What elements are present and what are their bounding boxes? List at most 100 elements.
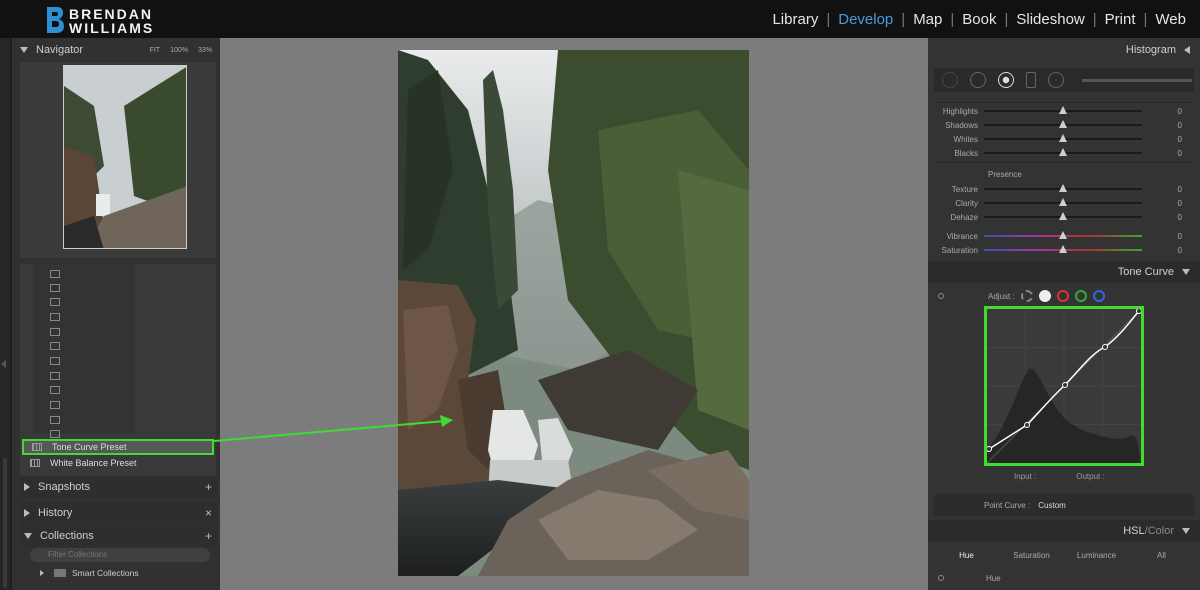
slider-knob[interactable] — [1059, 120, 1067, 128]
image-canvas[interactable] — [220, 38, 928, 590]
slider-knob[interactable] — [1059, 231, 1067, 239]
preset-folder-icon[interactable] — [50, 298, 60, 306]
preset-folder-icon[interactable] — [50, 372, 60, 380]
slider-knob[interactable] — [1059, 245, 1067, 253]
slider-track[interactable] — [984, 148, 1142, 156]
module-map[interactable]: Map — [913, 11, 942, 28]
dehaze-slider[interactable]: Dehaze 0 — [934, 210, 1188, 224]
slider-value[interactable]: 0 — [1142, 232, 1182, 241]
vibrance-slider[interactable]: Vibrance 0 — [934, 229, 1188, 243]
slider-value[interactable]: 0 — [1142, 135, 1182, 144]
hsl-title[interactable]: HSL — [1123, 525, 1144, 537]
navigator-thumbnail[interactable] — [63, 65, 187, 249]
slider-value[interactable]: 0 — [1142, 199, 1182, 208]
slider-knob[interactable] — [1059, 134, 1067, 142]
preset-folder-icon[interactable] — [50, 342, 60, 350]
brush-slider[interactable] — [1082, 78, 1192, 82]
whites-slider[interactable]: Whites 0 — [934, 132, 1188, 146]
texture-slider[interactable]: Texture 0 — [934, 182, 1188, 196]
highlights-slider[interactable]: Highlights 0 — [934, 104, 1188, 118]
tone-curve-header[interactable]: Tone Curve — [928, 261, 1200, 283]
crop-tool-icon[interactable] — [942, 72, 958, 88]
slider-value[interactable]: 0 — [1142, 107, 1182, 116]
slider-knob[interactable] — [1059, 106, 1067, 114]
preset-folder-icon[interactable] — [50, 284, 60, 292]
slider-knob[interactable] — [1059, 184, 1067, 192]
left-panel-edge[interactable] — [0, 38, 10, 590]
hsl-header[interactable]: HSL / Color — [928, 520, 1200, 542]
preset-folder-icon[interactable] — [50, 270, 60, 278]
spot-removal-icon[interactable] — [970, 72, 986, 88]
history-header[interactable]: History × — [20, 502, 218, 524]
snapshots-header[interactable]: Snapshots + — [20, 476, 218, 498]
rgb-channel-icon[interactable] — [1038, 290, 1051, 302]
module-web[interactable]: Web — [1155, 11, 1186, 28]
graduated-filter-icon[interactable] — [1026, 72, 1036, 88]
color-title[interactable]: Color — [1148, 525, 1174, 537]
preset-folder-icon[interactable] — [50, 357, 60, 365]
slider-track[interactable] — [984, 120, 1142, 128]
slider-track[interactable] — [984, 106, 1142, 114]
slider-track[interactable] — [984, 184, 1142, 192]
navigator-header[interactable]: Navigator FIT 100% 33% — [20, 39, 218, 61]
preset-white-balance[interactable]: White Balance Preset — [22, 455, 214, 471]
module-develop[interactable]: Develop — [838, 11, 893, 28]
collapse-left-icon[interactable] — [1, 360, 6, 368]
tab-hue[interactable]: Hue — [934, 551, 999, 560]
tone-curve-graph[interactable] — [984, 306, 1144, 466]
module-library[interactable]: Library — [772, 11, 818, 28]
preset-folder-icon[interactable] — [50, 416, 60, 424]
slider-value[interactable]: 0 — [1142, 121, 1182, 130]
point-curve-select[interactable]: Custom — [1038, 501, 1066, 510]
module-print[interactable]: Print — [1105, 11, 1136, 28]
collections-filter-input[interactable]: Filter Collections — [30, 548, 210, 562]
zoom-100-option[interactable]: 100% — [170, 47, 188, 54]
zoom-fit-option[interactable]: FIT — [150, 47, 161, 54]
green-channel-icon[interactable] — [1074, 290, 1087, 302]
preset-folder-icon[interactable] — [50, 430, 60, 438]
preset-folder-icon[interactable] — [50, 313, 60, 321]
histogram-header[interactable]: Histogram — [928, 39, 1200, 61]
slider-value[interactable]: 0 — [1142, 149, 1182, 158]
zoom-33-option[interactable]: 33% — [198, 47, 212, 54]
collapse-histogram-icon[interactable] — [1184, 46, 1190, 54]
main-photo[interactable] — [398, 50, 749, 576]
tab-luminance[interactable]: Luminance — [1064, 551, 1129, 560]
tab-saturation[interactable]: Saturation — [999, 551, 1064, 560]
red-eye-icon[interactable] — [998, 72, 1014, 88]
module-book[interactable]: Book — [962, 11, 996, 28]
radial-filter-icon[interactable] — [1048, 72, 1064, 88]
slider-track[interactable] — [984, 134, 1142, 142]
navigator-preview[interactable] — [20, 62, 216, 258]
slider-track[interactable] — [984, 212, 1142, 220]
target-adjustment-icon[interactable] — [938, 293, 944, 299]
slider-value[interactable]: 0 — [1142, 246, 1182, 255]
slider-knob[interactable] — [1059, 148, 1067, 156]
slider-value[interactable]: 0 — [1142, 185, 1182, 194]
shadows-slider[interactable]: Shadows 0 — [934, 118, 1188, 132]
preset-folder-icon[interactable] — [50, 386, 60, 394]
slider-track[interactable] — [984, 245, 1142, 253]
clear-history-icon[interactable]: × — [205, 506, 212, 520]
add-snapshot-icon[interactable]: + — [205, 480, 212, 494]
red-channel-icon[interactable] — [1056, 290, 1069, 302]
smart-collections-item[interactable]: Smart Collections — [40, 568, 139, 578]
module-slideshow[interactable]: Slideshow — [1016, 11, 1084, 28]
tab-all[interactable]: All — [1129, 551, 1194, 560]
preset-folder-icon[interactable] — [50, 401, 60, 409]
slider-value[interactable]: 0 — [1142, 213, 1182, 222]
slider-track[interactable] — [984, 231, 1142, 239]
blue-channel-icon[interactable] — [1092, 290, 1105, 302]
clarity-slider[interactable]: Clarity 0 — [934, 196, 1188, 210]
left-scrollbar[interactable] — [3, 458, 7, 588]
collections-header[interactable]: Collections + — [20, 525, 218, 547]
add-collection-icon[interactable]: + — [205, 529, 212, 543]
saturation-slider[interactable]: Saturation 0 — [934, 243, 1188, 257]
preset-tone-curve[interactable]: Tone Curve Preset — [22, 439, 214, 455]
slider-knob[interactable] — [1059, 212, 1067, 220]
preset-folder-icon[interactable] — [50, 328, 60, 336]
slider-track[interactable] — [984, 198, 1142, 206]
parametric-curve-icon[interactable] — [1020, 290, 1033, 302]
slider-knob[interactable] — [1059, 198, 1067, 206]
blacks-slider[interactable]: Blacks 0 — [934, 146, 1188, 160]
